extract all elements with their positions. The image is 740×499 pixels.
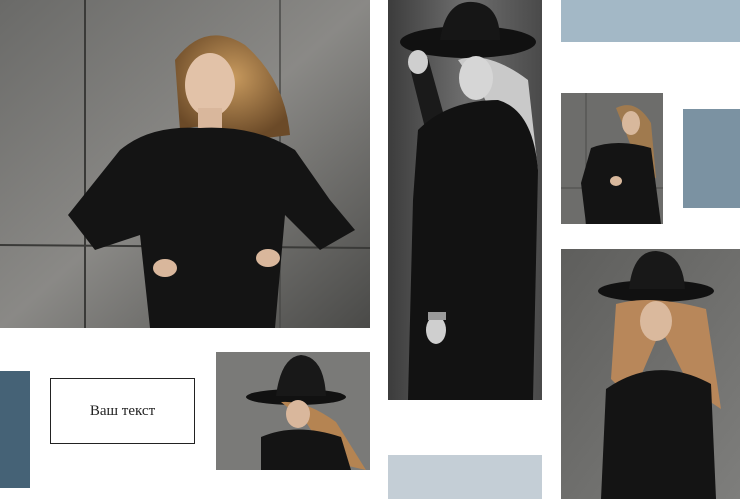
portrait-illustration [0,0,370,328]
woman-holding-hat-photo [388,0,542,400]
woman-in-hat-tall-photo [561,249,740,499]
portrait-illustration [561,93,663,224]
text-placeholder-label: Ваш текст [89,402,156,419]
portrait-illustration [561,249,740,499]
portrait-illustration [216,352,370,470]
woman-in-hat-looking-down-photo [216,352,370,470]
woman-against-wall-small-photo [561,93,663,224]
color-block-right-middle [683,109,740,208]
portrait-illustration [388,0,542,400]
woman-hands-on-hips-photo [0,0,370,328]
color-block-left-bottom [0,371,30,488]
color-block-top-right [561,0,740,42]
text-placeholder-box[interactable]: Ваш текст [50,378,195,444]
color-block-bottom-center [388,455,542,499]
